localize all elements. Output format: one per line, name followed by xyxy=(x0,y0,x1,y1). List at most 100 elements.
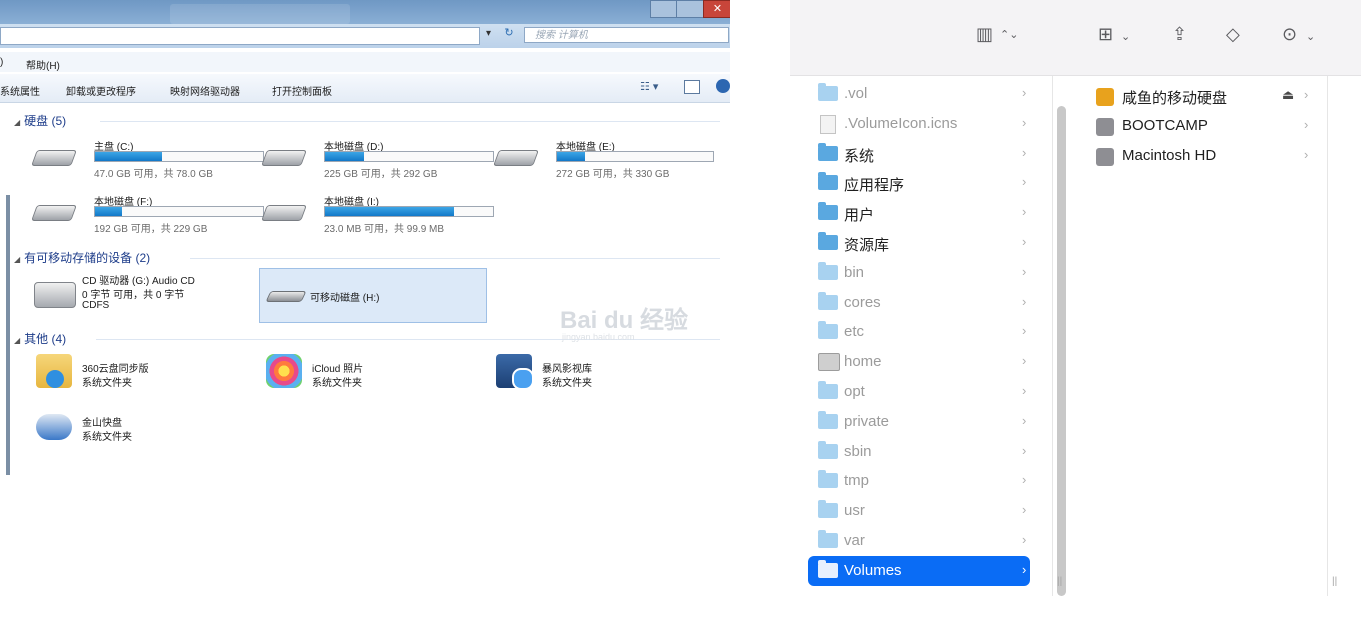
search-input[interactable]: 搜索 计算机 xyxy=(524,27,729,43)
folder-icon xyxy=(818,381,838,399)
section-hard-disks-label: 硬盘 (5) xyxy=(24,114,67,128)
finder-list-item[interactable]: tmp › xyxy=(808,466,1030,496)
finder-item-label: etc xyxy=(844,323,865,341)
folder-name: iCloud 照片 xyxy=(312,364,364,375)
section-removable[interactable]: ◢ 有可移动存储的设备 (2) xyxy=(14,249,150,266)
external-drive-icon xyxy=(1096,88,1114,106)
usb-drive-icon xyxy=(265,291,307,302)
folder-360-cloud[interactable]: 360云盘同步版 系统文件夹 xyxy=(36,354,236,394)
finder-item-label: opt xyxy=(844,383,865,400)
drive-c[interactable]: 主盘 (C:) 47.0 GB 可用，共 78.0 GB xyxy=(31,138,264,182)
drive-f[interactable]: 本地磁盘 (F:) 192 GB 可用，共 229 GB xyxy=(31,193,264,237)
folder-type: 系统文件夹 xyxy=(82,378,132,389)
folder-name: 金山快盘 xyxy=(82,418,122,429)
help-icon[interactable] xyxy=(716,79,730,93)
title-bar-glass xyxy=(170,4,350,24)
finder-list-item[interactable]: home › xyxy=(808,347,1030,377)
column-1-scrollbar[interactable] xyxy=(1057,106,1066,596)
group-icon[interactable]: ⊞ xyxy=(1098,24,1113,45)
hard-disk-icon xyxy=(493,150,539,166)
folder-icon xyxy=(818,321,838,340)
folder-name: 360云盘同步版 xyxy=(82,364,149,375)
collapse-icon: ◢ xyxy=(14,336,21,345)
drive-i[interactable]: 本地磁盘 (I:) 23.0 MB 可用，共 99.9 MB xyxy=(261,193,494,237)
eject-icon[interactable]: ⏏ xyxy=(1282,87,1294,103)
usage-fill xyxy=(325,152,364,161)
uninstall-program-button[interactable]: 卸载或更改程序 xyxy=(66,83,136,98)
minimize-button[interactable] xyxy=(650,0,678,18)
maximize-button[interactable] xyxy=(676,0,704,18)
cd-drive[interactable]: CD 驱动器 (G:) Audio CD 0 字节 可用，共 0 字节 CDFS xyxy=(34,272,244,318)
finder-item-label: bin xyxy=(844,263,865,281)
close-button[interactable]: ✕ xyxy=(703,0,730,18)
usage-bar xyxy=(324,206,494,217)
chevron-right-icon: › xyxy=(1022,263,1027,279)
drive-e[interactable]: 本地磁盘 (E:) 272 GB 可用，共 330 GB xyxy=(493,138,726,182)
folder-type: 系统文件夹 xyxy=(82,432,132,443)
finder-list-item[interactable]: var › xyxy=(808,526,1030,556)
system-properties-button[interactable]: 系统属性 xyxy=(0,83,40,98)
finder-list-item[interactable]: 系统 › xyxy=(808,139,1030,169)
section-hard-disks[interactable]: ◢ 硬盘 (5) xyxy=(14,112,66,129)
drive-size: 225 GB 可用，共 292 GB xyxy=(324,169,438,180)
drive-d[interactable]: 本地磁盘 (D:) 225 GB 可用，共 292 GB xyxy=(261,138,494,182)
section-removable-label: 有可移动存储的设备 (2) xyxy=(24,251,151,265)
column-resize-handle[interactable]: || xyxy=(1332,576,1337,587)
finder-list-item[interactable]: private › xyxy=(808,407,1030,437)
folder-icon xyxy=(818,261,838,280)
drive-size: 47.0 GB 可用，共 78.0 GB xyxy=(94,169,213,180)
column-view-icon[interactable]: ▥ xyxy=(976,24,993,45)
hard-disk-icon xyxy=(31,205,77,221)
open-control-panel-button[interactable]: 打开控制面板 xyxy=(272,83,332,98)
folder-baofeng[interactable]: 暴风影视库 系统文件夹 xyxy=(496,354,696,394)
view-options-icon[interactable]: ☷ ▾ xyxy=(640,80,668,96)
finder-list-item[interactable]: .VolumeIcon.icns › xyxy=(808,109,1030,139)
finder-list-item[interactable]: cores › xyxy=(808,288,1030,318)
removable-disk-h[interactable]: 可移动磁盘 (H:) xyxy=(259,268,487,323)
volume-item[interactable]: Macintosh HD › xyxy=(1090,142,1315,172)
finder-list-item[interactable]: etc › xyxy=(808,317,1030,347)
address-input[interactable] xyxy=(0,27,480,45)
folder-icon xyxy=(818,500,838,519)
folder-icon xyxy=(818,291,838,310)
volume-item[interactable]: 咸鱼的移动硬盘 ⏏ › xyxy=(1090,82,1315,112)
finder-list-item[interactable]: 应用程序 › xyxy=(808,168,1030,198)
volume-item[interactable]: BOOTCAMP › xyxy=(1090,112,1315,142)
column-resize-handle[interactable]: || xyxy=(1057,576,1062,587)
section-other[interactable]: ◢ 其他 (4) xyxy=(14,330,66,347)
folder-kuaipan[interactable]: 金山快盘 系统文件夹 xyxy=(36,410,236,450)
chevron-right-icon: › xyxy=(1022,234,1027,249)
folder-icloud-photos[interactable]: iCloud 照片 系统文件夹 xyxy=(266,354,466,394)
folder-icon xyxy=(818,142,838,161)
usage-fill xyxy=(325,207,455,216)
more-icon[interactable]: ⊙ xyxy=(1282,24,1297,45)
hard-disk-icon xyxy=(1096,148,1114,166)
drive-size: 192 GB 可用，共 229 GB xyxy=(94,224,208,235)
command-bar: 系统属性 卸载或更改程序 映射网络驱动器 打开控制面板 ☷ ▾ xyxy=(0,74,730,103)
view-switch-chevron-icon[interactable]: ⌃⌄ xyxy=(1000,28,1018,41)
finder-list-item[interactable]: sbin › xyxy=(808,437,1030,467)
refresh-icon[interactable]: ↻ xyxy=(500,26,518,42)
map-network-drive-button[interactable]: 映射网络驱动器 xyxy=(170,83,240,98)
finder-list-item[interactable]: .vol › xyxy=(808,79,1030,109)
address-dropdown-icon[interactable]: ▾ xyxy=(486,28,491,39)
cd-drive-icon xyxy=(34,282,76,308)
finder-list-item[interactable]: 用户 › xyxy=(808,198,1030,228)
cd-drive-fs: CDFS xyxy=(82,300,110,311)
chevron-right-icon: › xyxy=(1022,204,1027,220)
finder-list-item[interactable]: opt › xyxy=(808,377,1030,407)
finder-list-item[interactable]: Volumes › xyxy=(808,555,1030,586)
document-icon xyxy=(820,114,836,134)
hard-disk-icon xyxy=(31,150,77,166)
preview-pane-icon[interactable] xyxy=(684,80,700,94)
finder-list-item[interactable]: 资源库 › xyxy=(808,228,1030,258)
finder-list-item[interactable]: usr › xyxy=(808,496,1030,526)
tag-icon[interactable]: ◇ xyxy=(1226,24,1240,45)
finder-list-item[interactable]: bin › xyxy=(808,258,1030,288)
menu-help[interactable]: 帮助(H) xyxy=(26,57,60,72)
more-chevron-icon[interactable]: ⌄ xyxy=(1306,30,1315,43)
share-icon[interactable]: ⇪ xyxy=(1172,24,1187,45)
group-chevron-icon[interactable]: ⌄ xyxy=(1121,30,1130,43)
section-other-label: 其他 (4) xyxy=(24,332,67,346)
windows-explorer-window: ✕ ▾ ↻ 搜索 计算机 ) 帮助(H) 系统属性 卸载或更改程序 映射网络驱动… xyxy=(0,0,730,478)
